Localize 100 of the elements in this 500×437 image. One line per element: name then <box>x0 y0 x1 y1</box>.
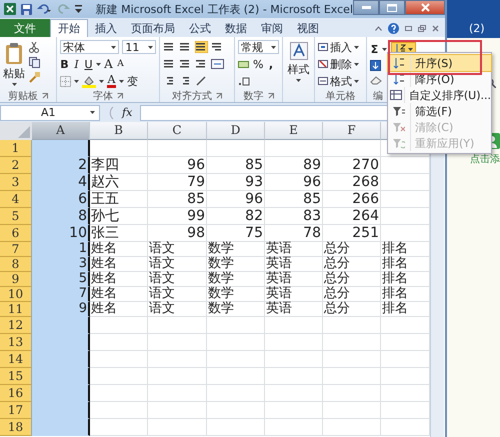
sum-button[interactable]: Σ <box>370 42 379 56</box>
insert-function-button[interactable]: fx <box>118 106 136 119</box>
orientation-icon[interactable] <box>195 75 208 87</box>
collapse-ribbon-icon[interactable] <box>375 26 382 30</box>
ribbon-tab[interactable]: 审阅 <box>254 19 290 37</box>
scissors-icon[interactable] <box>29 42 39 53</box>
add-link[interactable]: 点击添 <box>470 152 500 166</box>
ribbon-tab[interactable]: 数据 <box>218 19 254 37</box>
column-header[interactable]: B <box>90 122 148 140</box>
row-header[interactable]: 6 <box>0 225 32 242</box>
styles-button[interactable]: 样式 <box>286 40 311 82</box>
font-dropdown[interactable]: 宋体 <box>60 40 120 54</box>
dialog-launcher-icon[interactable] <box>216 92 222 98</box>
minimize-icon[interactable] <box>405 26 412 30</box>
row-header[interactable]: 14 <box>0 351 32 368</box>
format-button[interactable]: 格式 <box>318 74 359 88</box>
paste-button[interactable]: 粘贴 <box>3 40 25 89</box>
caret-icon[interactable] <box>148 46 153 48</box>
ribbon-tab[interactable]: 页面布局 <box>124 19 182 37</box>
grow-font-button[interactable]: A <box>104 58 113 70</box>
ribbon-tab[interactable]: 视图 <box>290 19 326 37</box>
bold-button[interactable]: B <box>60 58 69 70</box>
dialog-launcher-icon[interactable] <box>268 92 274 98</box>
row-header[interactable]: 3 <box>0 174 32 191</box>
row-header[interactable]: 12 <box>0 317 32 334</box>
file-tab[interactable]: 文件 <box>0 19 50 37</box>
caret-icon[interactable] <box>296 79 301 82</box>
align-left-icon[interactable] <box>163 58 176 70</box>
eraser-icon[interactable] <box>370 75 382 85</box>
row-header[interactable]: 7 <box>0 242 32 257</box>
column-header[interactable]: C <box>148 122 207 140</box>
wrap-text-icon[interactable] <box>211 41 224 53</box>
size-dropdown[interactable]: 11 <box>122 40 156 54</box>
insert-button[interactable]: 插入 <box>318 40 359 54</box>
caret-icon[interactable] <box>12 83 16 86</box>
align-middle-icon[interactable] <box>179 41 192 53</box>
caret-icon[interactable] <box>119 80 124 82</box>
close-icon[interactable] <box>432 24 439 32</box>
delete-button[interactable]: 删除 <box>318 56 359 72</box>
brush-icon[interactable] <box>29 72 40 83</box>
save-icon[interactable] <box>21 4 32 14</box>
caret-icon[interactable] <box>74 80 79 82</box>
caret-icon[interactable] <box>382 48 387 50</box>
excel-icon[interactable] <box>4 3 16 15</box>
row-header[interactable]: 11 <box>0 302 32 317</box>
caret-icon[interactable] <box>271 46 276 48</box>
caret-icon[interactable] <box>96 62 101 66</box>
menu-item[interactable]: 自定义排序(U)... <box>388 87 491 103</box>
menu-item[interactable]: 筛选(F) <box>388 103 491 119</box>
caret-icon[interactable] <box>354 80 359 82</box>
row-header[interactable]: 16 <box>0 385 32 402</box>
restore-icon[interactable] <box>418 24 426 32</box>
row-header[interactable]: 8 <box>0 257 32 272</box>
row-header[interactable]: 15 <box>0 368 32 385</box>
decimal-icon[interactable] <box>238 76 250 86</box>
row-header[interactable]: 18 <box>0 419 32 436</box>
column-header[interactable]: D <box>207 122 265 140</box>
row-header[interactable]: 13 <box>0 334 32 351</box>
row-header[interactable]: 10 <box>0 287 32 302</box>
caret-icon[interactable] <box>111 46 116 48</box>
fill-color-icon[interactable] <box>82 74 96 88</box>
row-header[interactable]: 17 <box>0 402 32 419</box>
menu-item[interactable]: 升序(S) <box>388 55 491 71</box>
align-center-icon[interactable] <box>179 58 192 70</box>
column-header[interactable]: E <box>265 122 323 140</box>
close-button[interactable] <box>405 0 445 15</box>
row-header[interactable]: 4 <box>0 191 32 208</box>
italic-button[interactable]: I <box>72 58 81 70</box>
underline-button[interactable]: U <box>84 58 93 70</box>
phonetic-button[interactable]: 变 <box>127 74 138 88</box>
row-header[interactable]: 1 <box>0 140 32 157</box>
help-icon[interactable] <box>388 22 399 34</box>
ribbon-tab[interactable]: 插入 <box>88 19 124 37</box>
align-bottom-icon[interactable] <box>195 41 208 53</box>
row-header[interactable]: 2 <box>0 157 32 174</box>
caret-icon[interactable] <box>99 80 104 82</box>
fill-icon[interactable] <box>370 60 381 71</box>
row-header[interactable]: 9 <box>0 272 32 287</box>
shrink-font-button[interactable]: A <box>116 58 125 70</box>
percent-button[interactable]: % <box>253 58 264 70</box>
comma-button[interactable]: , <box>266 58 276 70</box>
dialog-launcher-icon[interactable] <box>42 92 48 98</box>
font-color-button[interactable]: A <box>107 74 116 88</box>
border-icon[interactable] <box>60 76 71 86</box>
merge-cells-icon[interactable] <box>211 58 224 70</box>
currency-icon[interactable] <box>238 58 250 70</box>
minimize-button[interactable] <box>353 0 379 15</box>
copy-icon[interactable] <box>29 57 41 68</box>
caret-icon[interactable] <box>354 46 359 48</box>
undo-icon[interactable] <box>37 4 51 14</box>
name-box[interactable]: A1 <box>0 104 100 120</box>
number-format-dropdown[interactable]: 常规 <box>238 40 279 54</box>
ribbon-tab[interactable]: 公式 <box>182 19 218 37</box>
column-header[interactable]: F <box>323 122 381 140</box>
caret-icon[interactable] <box>90 111 95 114</box>
align-top-icon[interactable] <box>163 41 176 53</box>
ribbon-tab[interactable]: 开始 <box>50 19 88 37</box>
dialog-launcher-icon[interactable] <box>117 92 123 98</box>
align-right-icon[interactable] <box>195 58 208 70</box>
column-header[interactable]: A <box>32 122 90 140</box>
